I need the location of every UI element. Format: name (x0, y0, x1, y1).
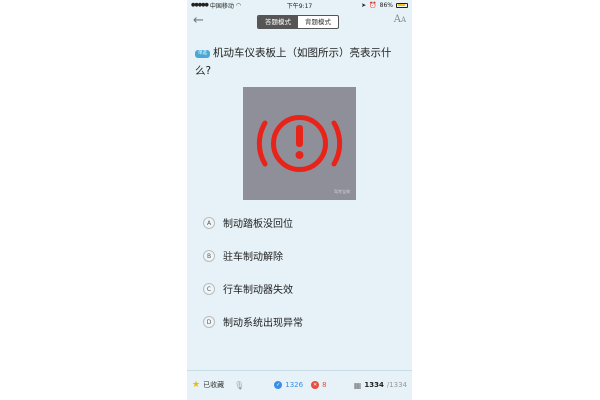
question-body: 机动车仪表板上（如图所示）亮表示什么? (195, 47, 392, 77)
cross-icon: ✕ (311, 381, 320, 389)
wrong-count: ✕ 8 (311, 381, 327, 389)
question-text: 单选 机动车仪表板上（如图所示）亮表示什么? (195, 44, 405, 80)
tab-memorize-mode[interactable]: 背题模式 (298, 16, 338, 28)
wrong-count-value: 8 (322, 381, 327, 389)
option-text: 驻车制动解除 (223, 252, 283, 263)
header-bar: ← 答题模式 背题模式 AA (187, 12, 412, 32)
bottom-bar: ★ 已收藏 🎙 ✓ 1326 ✕ 8 ▦ 1334/1334 (187, 376, 412, 394)
image-watermark: 驾考宝典 (334, 189, 350, 194)
back-arrow-icon[interactable]: ← (193, 14, 204, 28)
answer-options: A 制动踏板没回位 B 驻车制动解除 C 行车制动器失效 D 制动系统出现异常 (203, 206, 403, 338)
mode-switch: 答题模式 背题模式 (257, 15, 339, 29)
battery-icon (396, 2, 408, 8)
question-type-badge: 单选 (195, 50, 210, 58)
question-progress[interactable]: ▦ 1334/1334 (354, 381, 407, 390)
option-text: 制动系统出现异常 (223, 318, 303, 329)
status-bar: ●●●●● 中国移动 ◠ 下午9:17 ➤ ⏰ 86% (187, 0, 412, 10)
option-letter: B (203, 249, 215, 262)
correct-count: ✓ 1326 (274, 381, 303, 389)
option-b[interactable]: B 驻车制动解除 (203, 239, 403, 272)
grid-icon: ▦ (353, 380, 362, 390)
option-c[interactable]: C 行车制动器失效 (203, 272, 403, 305)
favorite-button[interactable]: ★ 已收藏 (192, 380, 224, 390)
option-letter: D (203, 315, 215, 328)
favorite-label: 已收藏 (203, 381, 225, 389)
option-a[interactable]: A 制动踏板没回位 (203, 206, 403, 239)
font-size-icon[interactable]: AA (394, 14, 406, 25)
option-d[interactable]: D 制动系统出现异常 (203, 305, 403, 338)
brake-warning-icon (256, 115, 343, 172)
divider (187, 370, 412, 371)
option-text: 行车制动器失效 (223, 285, 293, 296)
phone-screen: ●●●●● 中国移动 ◠ 下午9:17 ➤ ⏰ 86% ← 答题模式 背题模式 … (187, 0, 412, 400)
correct-count-value: 1326 (285, 381, 304, 389)
option-text: 制动踏板没回位 (223, 219, 293, 230)
progress-current: 1334 (364, 381, 384, 389)
status-time: 下午9:17 (286, 2, 313, 10)
option-letter: C (203, 282, 215, 295)
star-icon: ★ (192, 380, 201, 390)
question-image: 驾考宝典 (243, 87, 356, 200)
microphone-icon[interactable]: 🎙 (234, 381, 244, 390)
option-letter: A (203, 216, 215, 229)
tab-answer-mode[interactable]: 答题模式 (258, 16, 298, 28)
progress-total: /1334 (386, 381, 407, 389)
check-icon: ✓ (274, 381, 283, 389)
